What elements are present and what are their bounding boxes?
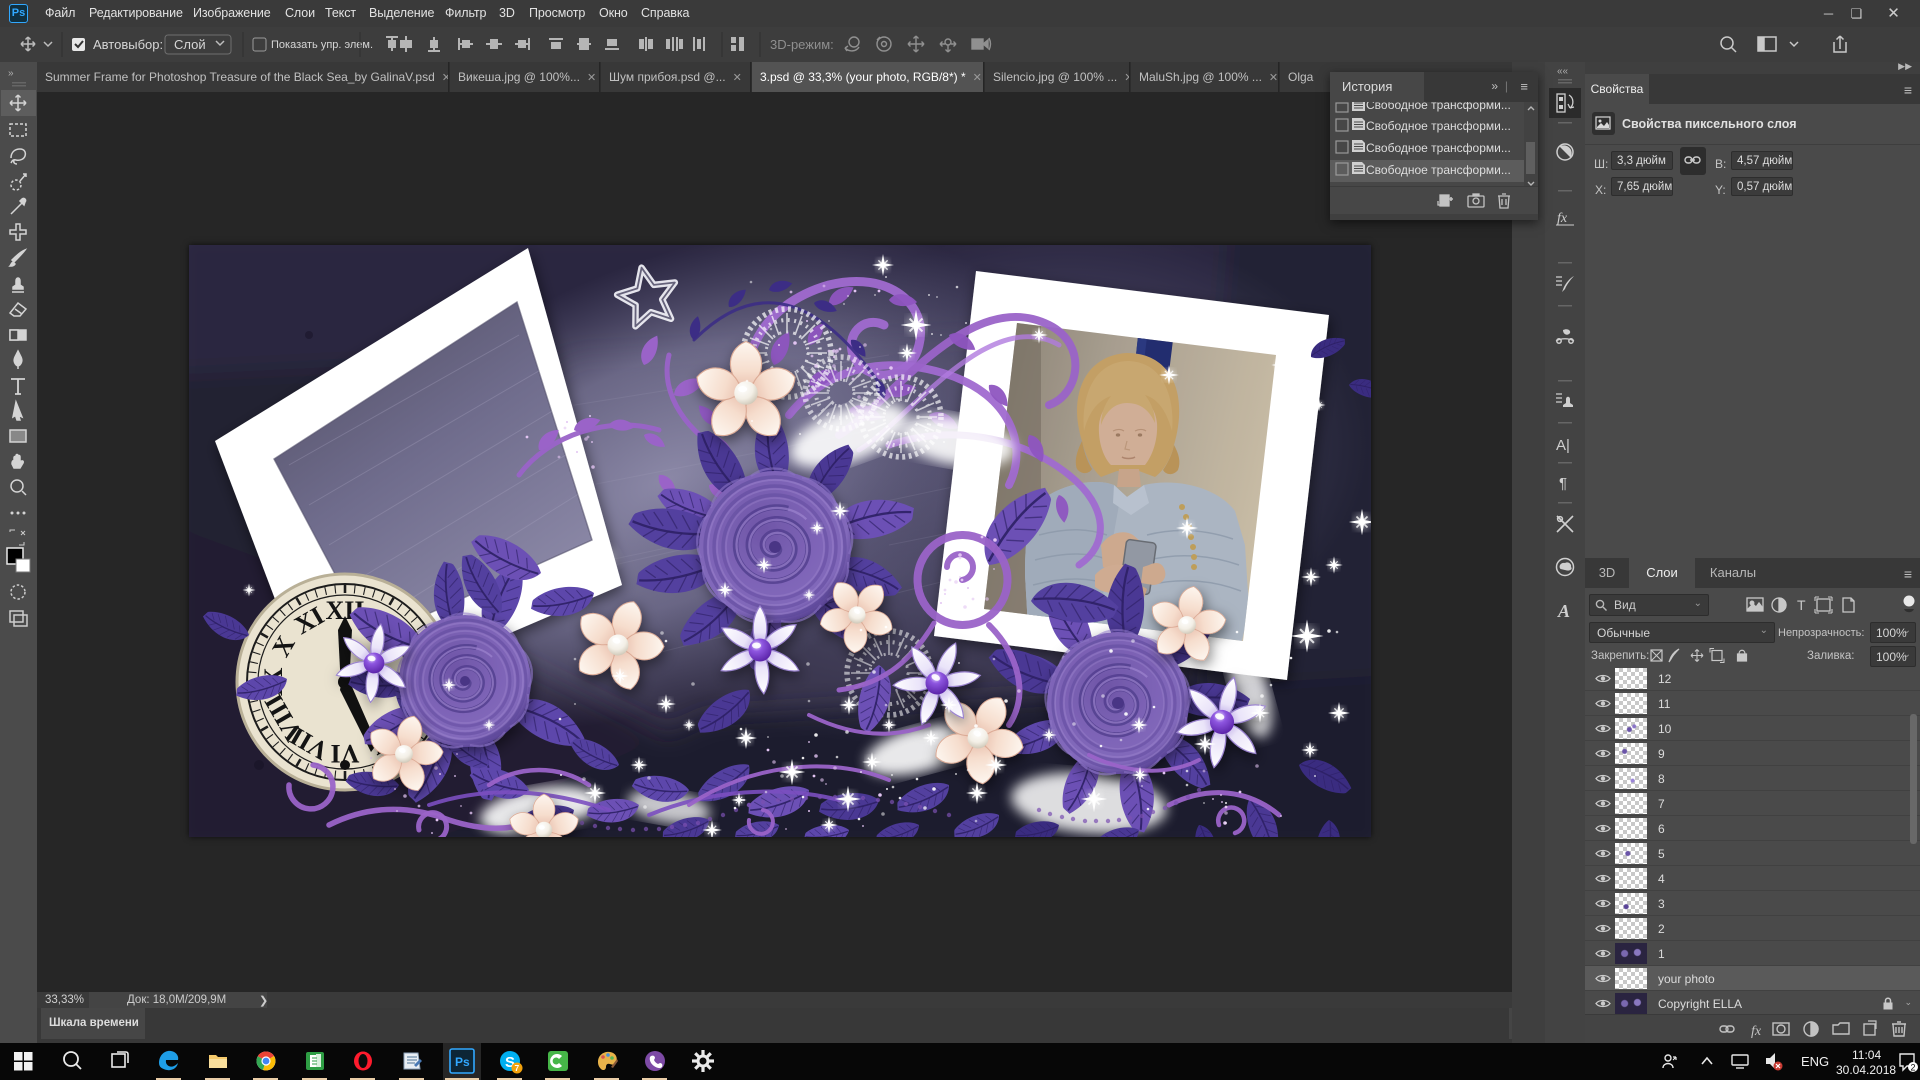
svg-text:¶: ¶: [1559, 475, 1567, 492]
svg-text:fx: fx: [1751, 1024, 1762, 1039]
svg-text:Автовыбор:: Автовыбор:: [93, 37, 163, 52]
svg-text:fx: fx: [1557, 211, 1568, 226]
svg-text:Ps: Ps: [455, 1055, 470, 1069]
svg-text:A|: A|: [1556, 437, 1570, 454]
svg-text:»: »: [8, 68, 14, 79]
svg-text:30.04.2018: 30.04.2018: [1836, 1063, 1896, 1077]
svg-text:T: T: [1797, 597, 1806, 613]
svg-text:3D-режим:: 3D-режим:: [770, 37, 834, 52]
svg-text:11:04: 11:04: [1852, 1048, 1881, 1062]
svg-text:Показать упр. элем.: Показать упр. элем.: [271, 39, 373, 51]
svg-text:ENG: ENG: [1801, 1054, 1829, 1069]
svg-text:7: 7: [515, 1063, 520, 1073]
svg-text:Слой: Слой: [174, 37, 206, 52]
svg-text:2: 2: [1911, 1063, 1916, 1073]
svg-text:A: A: [1557, 601, 1570, 621]
svg-text:««: ««: [1557, 66, 1569, 77]
